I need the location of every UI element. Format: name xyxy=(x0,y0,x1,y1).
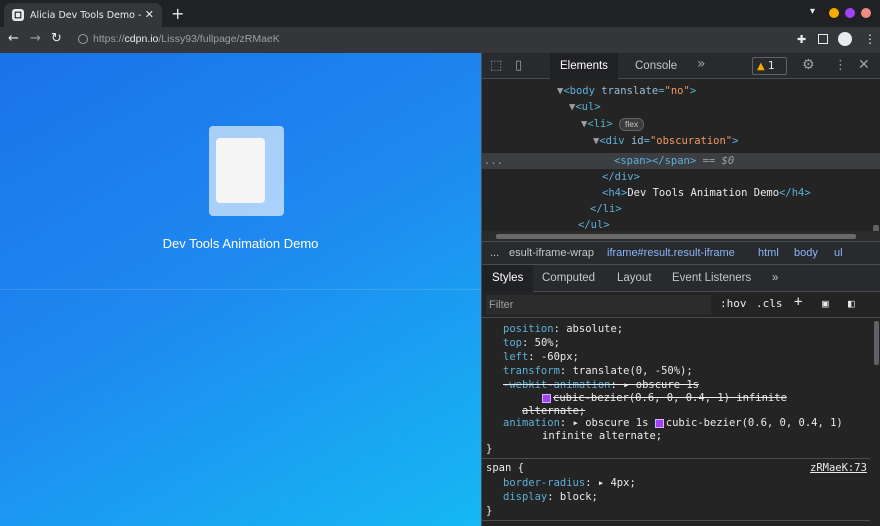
styles-tabbar: Styles Computed Layout Event Listeners » xyxy=(482,265,880,292)
scrollbar-thumb[interactable] xyxy=(874,321,879,365)
dom-line-ellipsis[interactable]: ... xyxy=(484,153,503,169)
page-viewport: Dev Tools Animation Demo xyxy=(0,53,481,526)
chevron-down-icon[interactable]: ▾ xyxy=(810,6,815,17)
divider xyxy=(0,289,481,290)
page-title: Dev Tools Animation Demo xyxy=(162,236,319,251)
forward-arrow-icon[interactable]: → xyxy=(30,31,41,46)
rule-source-link[interactable]: zRMaeK:73 xyxy=(810,462,867,475)
more-tabs-icon[interactable]: » xyxy=(697,56,706,72)
dom-line-li-close[interactable]: </li> xyxy=(590,201,622,217)
rule-close: } xyxy=(486,505,493,517)
menu-icon[interactable]: ⋮ xyxy=(864,32,876,46)
tab-event-listeners[interactable]: Event Listeners xyxy=(662,265,761,292)
flex-badge[interactable]: flex xyxy=(618,117,645,131)
style-decl[interactable]: border-radius: ▸ 4px; xyxy=(503,477,636,490)
style-decl[interactable]: left: -60px; xyxy=(503,351,579,364)
filter-input[interactable]: Filter xyxy=(486,295,711,315)
style-decl[interactable]: display: block; xyxy=(503,491,598,504)
browser-toolbar: ← → ↻ https://cdpn.io/Lissy93/fullpage/z… xyxy=(0,27,880,53)
tab-console[interactable]: Console xyxy=(625,53,687,79)
paint-icon[interactable]: ▣ xyxy=(822,297,829,310)
browser-titlebar: Alicia Dev Tools Demo - Anim ✕ + ▾ xyxy=(0,0,880,27)
tab-title: Alicia Dev Tools Demo - Anim xyxy=(30,9,142,21)
style-decl[interactable]: top: 50%; xyxy=(503,337,560,350)
new-rule-button[interactable]: + xyxy=(794,294,802,310)
address-bar[interactable]: https://cdpn.io/Lissy93/fullpage/zRMaeK xyxy=(93,33,280,45)
tab-elements[interactable]: Elements xyxy=(550,53,618,79)
tab-computed[interactable]: Computed xyxy=(532,265,605,292)
hov-toggle[interactable]: :hov xyxy=(720,297,747,310)
extensions-icon[interactable]: ✚ xyxy=(797,33,806,46)
style-decl[interactable]: position: absolute; xyxy=(503,323,623,336)
animation-card xyxy=(209,126,284,216)
breadcrumb-item[interactable]: ul xyxy=(834,242,843,264)
style-decl-overridden[interactable]: cubic-bezier(0.6, 0, 0.4, 1) infinite xyxy=(542,392,787,405)
browser-tab[interactable]: Alicia Dev Tools Demo - Anim ✕ xyxy=(4,3,162,27)
back-arrow-icon[interactable]: ← xyxy=(8,31,19,46)
dom-line-div-close[interactable]: </div> xyxy=(602,169,640,185)
style-decl[interactable]: infinite alternate; xyxy=(542,430,662,443)
dom-line-ul[interactable]: ▼<ul> xyxy=(569,99,601,115)
style-decl-overridden[interactable]: -webkit-animation: ▸ obscure 1s xyxy=(503,379,699,392)
bezier-swatch-icon[interactable] xyxy=(542,393,551,403)
dom-line-li[interactable]: ▼<li> flex xyxy=(581,116,645,132)
codepen-icon xyxy=(12,9,24,21)
style-decl[interactable]: transform: translate(0, -50%); xyxy=(503,365,693,378)
rule-divider xyxy=(482,520,870,521)
url-prefix: https:// xyxy=(93,33,125,45)
tab-styles[interactable]: Styles xyxy=(482,265,534,292)
bezier-swatch-icon[interactable] xyxy=(654,418,664,428)
styles-pane[interactable]: position: absolute; top: 50%; left: -60p… xyxy=(482,319,870,526)
minimize-button[interactable] xyxy=(829,8,839,18)
tab-layout[interactable]: Layout xyxy=(607,265,662,292)
breadcrumb: ... esult-iframe-wrap iframe#result.resu… xyxy=(482,241,880,265)
scrollbar-thumb[interactable] xyxy=(496,234,856,239)
breadcrumb-item[interactable]: iframe#result.result-iframe xyxy=(607,242,735,264)
sidebar-icon[interactable] xyxy=(818,34,828,44)
dom-tree[interactable]: ▼<body translate="no"> ▼<ul> ▼<li> flex … xyxy=(482,79,880,231)
close-icon[interactable]: ✕ xyxy=(145,8,154,21)
globe-icon xyxy=(78,34,88,44)
breadcrumb-ellipsis[interactable]: ... xyxy=(490,242,499,264)
more-tabs-icon[interactable]: » xyxy=(762,265,788,292)
dom-line-body[interactable]: ▼<body translate="no"> xyxy=(557,83,696,99)
breadcrumb-item[interactable]: body xyxy=(794,242,818,264)
inspect-element-icon[interactable]: ⬚ xyxy=(490,58,502,73)
avatar[interactable] xyxy=(838,32,852,46)
device-toolbar-icon[interactable]: ▯ xyxy=(515,58,522,73)
dom-line-h4[interactable]: <h4>Dev Tools Animation Demo</h4> xyxy=(602,185,811,201)
close-window-button[interactable] xyxy=(861,8,871,18)
rule-selector[interactable]: span { xyxy=(486,462,524,475)
rule-divider xyxy=(482,458,870,459)
dom-line-span[interactable]: <span></span> == $0 xyxy=(614,153,734,169)
kebab-menu-icon[interactable]: ⋮ xyxy=(834,58,847,73)
style-decl[interactable]: animation: ▸ obscure 1s cubic-bezier(0.6… xyxy=(503,417,843,430)
maximize-button[interactable] xyxy=(845,8,855,18)
styles-scrollbar[interactable] xyxy=(872,319,880,526)
url-path: /Lissy93/fullpage/zRMaeK xyxy=(158,33,280,45)
breadcrumb-item[interactable]: html xyxy=(758,242,779,264)
close-icon[interactable]: ✕ xyxy=(858,57,870,73)
url-host: cdpn.io xyxy=(124,33,159,45)
reload-icon[interactable]: ↻ xyxy=(51,31,62,46)
obscuration-span xyxy=(216,138,265,203)
new-tab-button[interactable]: + xyxy=(171,4,184,23)
dom-horizontal-scrollbar[interactable] xyxy=(482,231,880,241)
gear-icon[interactable]: ⚙ xyxy=(802,57,815,73)
breadcrumb-item[interactable]: esult-iframe-wrap xyxy=(509,242,594,264)
warning-badge[interactable]: ▲ 1 xyxy=(752,57,787,75)
warning-count: 1 xyxy=(768,60,775,72)
devtools-tabbar: ⬚ ▯ Elements Console » ▲ 1 ⚙ ⋮ ✕ xyxy=(482,53,880,79)
rule-close: } xyxy=(486,443,493,455)
styles-filterbar: Filter :hov .cls + ▣ ◧ xyxy=(482,292,880,318)
dom-line-div[interactable]: ▼<div id="obscuration"> xyxy=(593,133,738,149)
warning-icon: ▲ xyxy=(757,61,765,72)
cls-toggle[interactable]: .cls xyxy=(756,297,783,310)
dom-line-ul-close[interactable]: </ul> xyxy=(578,217,610,231)
sidebar-toggle-icon[interactable]: ◧ xyxy=(848,297,855,310)
devtools-panel: ⬚ ▯ Elements Console » ▲ 1 ⚙ ⋮ ✕ ▼<body … xyxy=(481,53,880,526)
